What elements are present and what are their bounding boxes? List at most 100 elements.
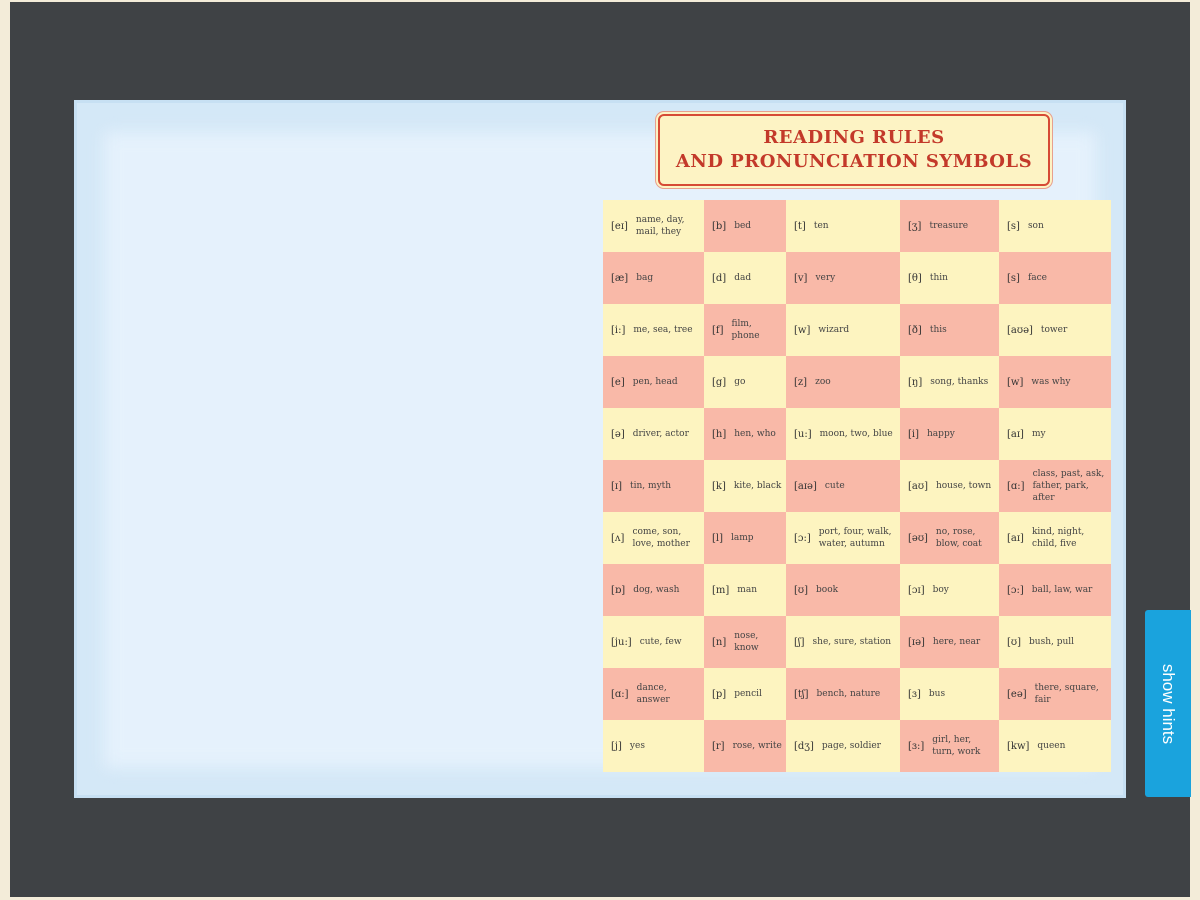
symbol-cell: [l] lamp xyxy=(704,512,786,564)
example-words: kite, black xyxy=(733,481,782,491)
example-words: lamp xyxy=(731,533,754,543)
symbol-cell: [əʊ] no, rose, blow, coat xyxy=(900,512,999,564)
phonetic-symbol: [b] xyxy=(712,220,727,232)
symbol-cell: [m] man xyxy=(704,564,786,616)
phonetic-symbol: [k] xyxy=(712,480,726,492)
example-words: rose, write xyxy=(732,741,782,751)
phonetic-symbol: [θ] xyxy=(908,272,922,284)
example-words: come, son, love, mother xyxy=(632,527,690,549)
title-line-1: READING RULES xyxy=(763,127,945,148)
symbol-cell: [eɪ] name, day, mail, they xyxy=(603,200,704,252)
phonetic-symbol: [w] xyxy=(794,324,811,336)
symbol-cell: [k] kite, black xyxy=(704,460,786,512)
symbol-cell: [i] happy xyxy=(900,408,999,460)
symbol-cell: [aɪə] cute xyxy=(786,460,900,512)
symbol-cell: [h] hen, who xyxy=(704,408,786,460)
phonetic-symbol: [w] xyxy=(1007,376,1024,388)
symbol-cell: [n] nose, know xyxy=(704,616,786,668)
example-words: name, day, mail, they xyxy=(635,215,685,237)
symbol-cell: [w] was why xyxy=(999,356,1111,408)
example-words: book xyxy=(816,585,839,595)
phonetic-symbol: [d] xyxy=(712,272,727,284)
symbol-cell: [kw] queen xyxy=(999,720,1111,772)
example-words: pencil xyxy=(734,689,762,699)
symbol-cell: [ʌ] come, son, love, mother xyxy=(603,512,704,564)
symbol-cell: [ʃ] she, sure, station xyxy=(786,616,900,668)
symbol-cell: [z] zoo xyxy=(786,356,900,408)
show-hints-label: show hints xyxy=(1159,663,1179,744)
example-words: cute xyxy=(824,481,845,491)
phonetic-symbol: [ɜ:] xyxy=(908,740,925,752)
example-words: bush, pull xyxy=(1029,637,1075,647)
phonetic-symbol: [ʊ] xyxy=(1007,636,1022,648)
phonetic-symbol: [h] xyxy=(712,428,727,440)
symbol-cell: [eə] there, square, fair xyxy=(999,668,1111,720)
example-words: very xyxy=(815,273,836,283)
phonetic-symbol: [aɪə] xyxy=(794,480,817,492)
phonetic-symbol: [r] xyxy=(712,740,725,752)
phonetic-symbol: [u:] xyxy=(794,428,812,440)
example-words: yes xyxy=(629,741,645,751)
example-words: son xyxy=(1027,221,1044,231)
example-words: film, phone xyxy=(731,319,760,341)
symbol-cell: [ɪ] tin, myth xyxy=(603,460,704,512)
symbol-cell: [i:] me, sea, tree xyxy=(603,304,704,356)
example-words: go xyxy=(734,377,746,387)
symbol-cell: [aʊ] house, town xyxy=(900,460,999,512)
symbol-cell: [aɪ] my xyxy=(999,408,1111,460)
phonetic-symbol: [tʃ] xyxy=(794,688,809,700)
symbol-cell: [u:] moon, two, blue xyxy=(786,408,900,460)
symbol-cell: [ʒ] treasure xyxy=(900,200,999,252)
symbol-cell: [ɔɪ] boy xyxy=(900,564,999,616)
symbol-cell: [ð] this xyxy=(900,304,999,356)
symbol-cell: [ɜ] bus xyxy=(900,668,999,720)
phonetic-symbol: [ə] xyxy=(611,428,625,440)
show-hints-button[interactable]: show hints xyxy=(1145,610,1191,797)
phonetic-symbol: [ju:] xyxy=(611,636,632,648)
example-words: dad xyxy=(734,273,752,283)
symbol-cell: [aʊə] tower xyxy=(999,304,1111,356)
example-words: dog, wash xyxy=(633,585,680,595)
example-words: was why xyxy=(1031,377,1071,387)
phonetic-symbol: [ɔ:] xyxy=(794,532,811,544)
symbol-cell: [dʒ] page, soldier xyxy=(786,720,900,772)
example-words: port, four, walk, water, autumn xyxy=(818,527,892,549)
symbol-cell: [θ] thin xyxy=(900,252,999,304)
symbol-cell: [w] wizard xyxy=(786,304,900,356)
example-words: ten xyxy=(813,221,829,231)
phonetic-symbol: [ʌ] xyxy=(611,532,625,544)
phonetic-symbol: [eə] xyxy=(1007,688,1027,700)
example-words: my xyxy=(1031,429,1046,439)
example-words: tin, myth xyxy=(630,481,672,491)
symbol-cell: [f] film, phone xyxy=(704,304,786,356)
phonetic-symbol: [ɑ:] xyxy=(1007,480,1025,492)
symbol-cell: [r] rose, write xyxy=(704,720,786,772)
example-words: bed xyxy=(734,221,752,231)
example-words: nose, know xyxy=(734,631,759,653)
symbol-cell: [p] pencil xyxy=(704,668,786,720)
phonetic-symbol: [ɒ] xyxy=(611,584,626,596)
phonetic-symbol: [g] xyxy=(712,376,727,388)
phonetic-symbol: [ɪə] xyxy=(908,636,925,648)
example-words: dance, answer xyxy=(636,683,670,705)
symbol-cell: [tʃ] bench, nature xyxy=(786,668,900,720)
example-words: class, past, ask, father, park, after xyxy=(1032,469,1105,503)
symbol-cell: [s] face xyxy=(999,252,1111,304)
phonetic-symbol: [z] xyxy=(794,376,808,388)
phonetic-symbol: [kw] xyxy=(1007,740,1030,752)
reference-title-box: READING RULES AND PRONUNCIATION SYMBOLS xyxy=(658,114,1050,186)
example-words: cute, few xyxy=(639,637,682,647)
example-words: pen, head xyxy=(632,377,678,387)
example-words: hen, who xyxy=(734,429,776,439)
phonetic-symbol: [l] xyxy=(712,532,724,544)
example-words: no, rose, blow, coat xyxy=(935,527,982,549)
phonetic-symbol: [m] xyxy=(712,584,730,596)
symbol-cell: [æ] bag xyxy=(603,252,704,304)
example-words: face xyxy=(1027,273,1048,283)
example-words: me, sea, tree xyxy=(633,325,693,335)
example-words: ball, law, war xyxy=(1031,585,1093,595)
phonetic-symbol: [aʊə] xyxy=(1007,324,1033,336)
example-words: bag xyxy=(636,273,654,283)
example-words: song, thanks xyxy=(930,377,989,387)
phonetic-symbol: [aʊ] xyxy=(908,480,928,492)
